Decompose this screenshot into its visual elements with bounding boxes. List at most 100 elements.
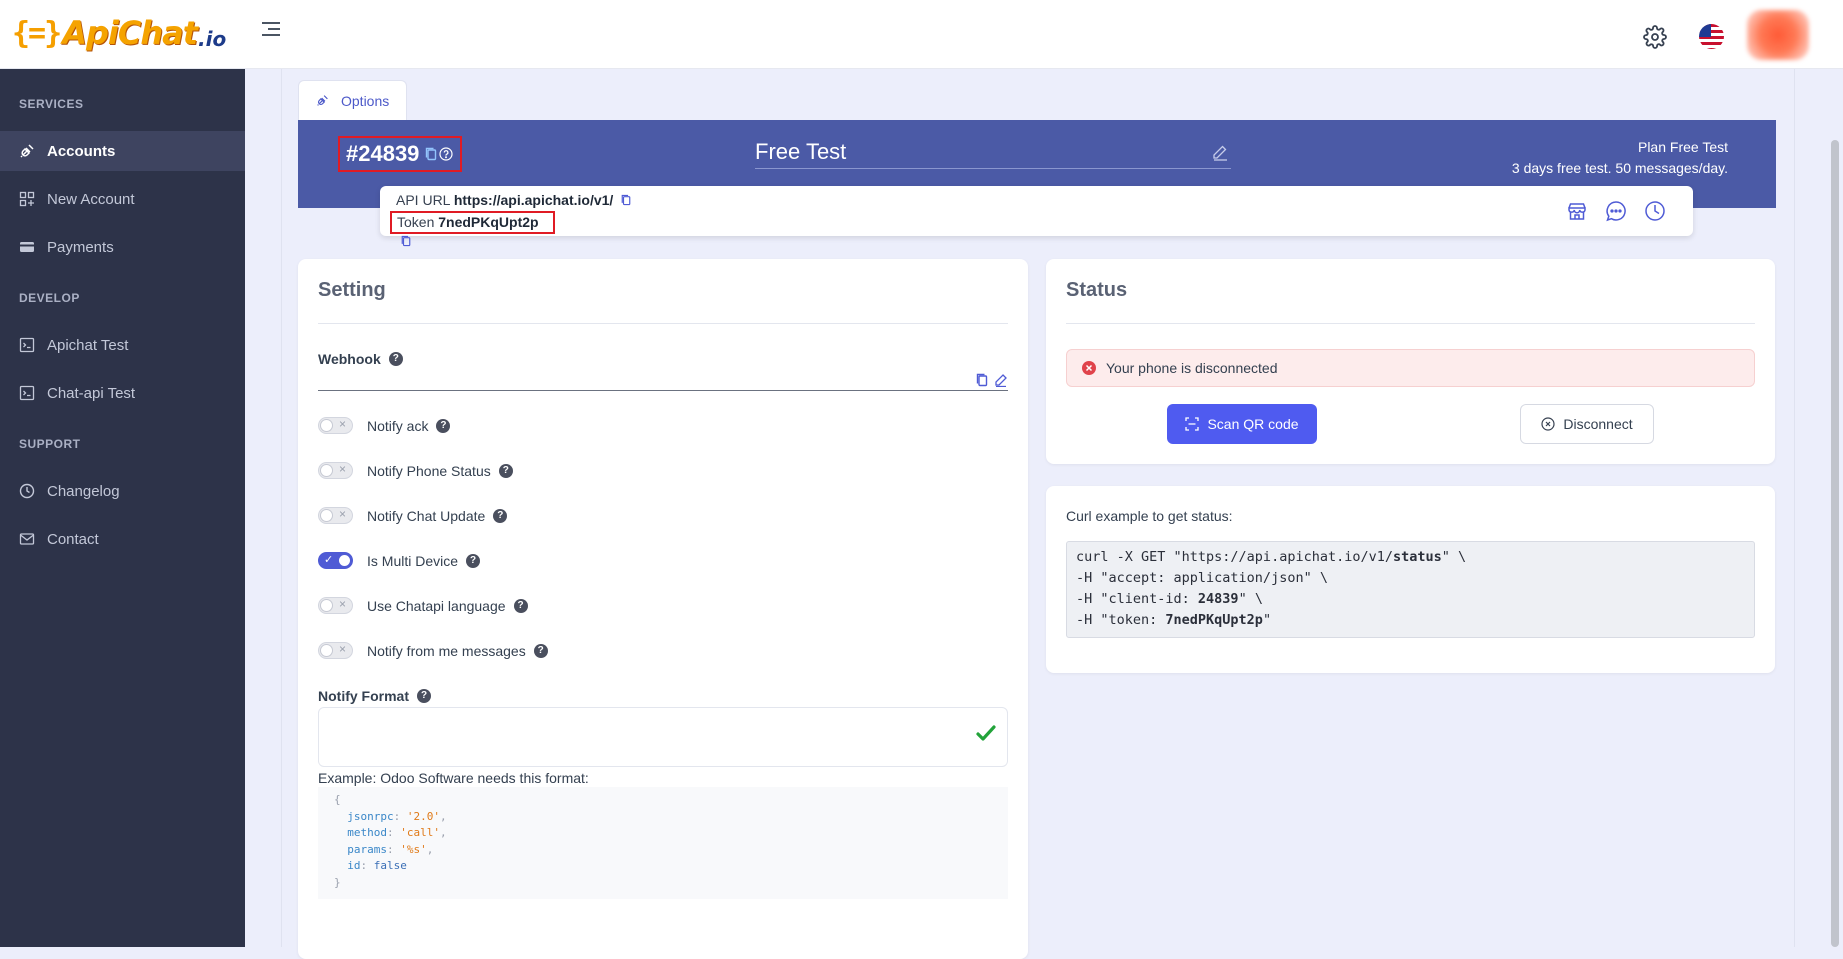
help-icon[interactable]: ? [513,598,528,613]
copy-icon[interactable] [976,373,988,387]
toggle-row-chatapi-language: Use Chatapi language? [318,597,528,614]
help-icon[interactable]: ? [417,689,431,703]
edit-pencil-icon[interactable] [994,373,1008,387]
user-avatar[interactable] [1747,10,1809,60]
notify-format-label: Notify Format [318,688,409,704]
sidebar-item-apichat-test[interactable]: Apichat Test [0,325,245,365]
account-id-box: #24839 [338,136,462,172]
help-icon[interactable]: ? [498,463,513,478]
help-icon[interactable]: ? [436,418,451,433]
help-icon[interactable]: ? [388,352,403,366]
sidebar-item-chat-api-test[interactable]: Chat-api Test [0,373,245,413]
logo-tld: .io [197,27,227,51]
api-credentials-card: API URL https://api.apichat.io/v1/ Token… [380,186,1693,247]
sidebar-item-changelog[interactable]: Changelog [0,471,245,511]
divider [1066,323,1755,324]
button-label: Disconnect [1563,416,1633,432]
disconnect-button[interactable]: Disconnect [1520,404,1654,444]
grid-plus-icon [19,191,35,207]
top-bar: {=} ApiChat .io [0,0,1843,69]
toggle-row-notify-phone-status: Notify Phone Status? [318,462,513,479]
token-value: 7nedPKqUpt2p [438,214,539,230]
chat-bubble-icon[interactable] [1605,200,1627,222]
scan-qr-button[interactable]: Scan QR code [1167,404,1317,444]
notify-from-me-toggle[interactable] [318,642,353,659]
code-text: curl -X GET "https://api.apichat.io/v1/ [1076,549,1393,565]
code-value: '%s' [400,842,427,856]
plug-icon [20,144,34,158]
sidebar-section-develop: DEVELOP [19,291,80,305]
sidebar-item-label: Apichat Test [47,336,129,354]
apichat-logo[interactable]: {=} ApiChat .io [12,14,226,52]
qr-scan-icon [1185,417,1200,431]
notify-format-input[interactable] [318,707,1008,767]
help-icon[interactable]: ? [466,553,481,568]
sidebar-section-services: SERVICES [19,97,84,111]
code-brace: } [334,875,341,889]
history-clock-icon[interactable] [1644,200,1666,222]
api-url-row: API URL https://api.apichat.io/v1/ [396,192,631,208]
code-key: id [347,859,361,872]
curl-code-block: curl -X GET "https://api.apichat.io/v1/s… [1066,541,1755,638]
example-label: Example: Odoo Software needs this format… [318,770,589,786]
copy-icon[interactable] [425,147,437,161]
disconnected-alert: Your phone is disconnected [1066,349,1755,387]
notify-phone-status-toggle[interactable] [318,462,353,479]
code-key: params [347,842,387,856]
token-label: Token [397,214,435,230]
us-flag-icon[interactable] [1699,24,1724,49]
plan-name-field[interactable]: Free Test [755,139,1231,169]
terminal-icon [19,337,35,353]
webhook-label: Webhook [318,351,381,367]
close-circle-icon [1541,417,1555,431]
sidebar-item-contact[interactable]: Contact [0,519,245,559]
toggle-row-notify-from-me: Notify from me messages? [318,642,548,659]
tab-label: Options [341,92,390,109]
notify-ack-toggle[interactable] [318,417,353,434]
webhook-input[interactable] [318,390,1008,391]
edit-pencil-icon[interactable] [1211,143,1229,161]
help-icon[interactable]: ? [533,643,548,658]
mail-icon [19,533,35,545]
sidebar-item-payments[interactable]: Payments [0,227,245,267]
plug-icon [317,95,328,106]
code-text: -H "token: [1076,612,1166,628]
help-icon[interactable]: ? [493,508,508,523]
code-value: false [373,859,407,872]
tab-options[interactable]: Options [298,80,408,120]
store-icon[interactable] [1566,200,1588,222]
toggle-row-notify-ack: Notify ack? [318,417,451,434]
card-icon [20,242,34,252]
sidebar-item-label: New Account [47,190,135,208]
api-url-label: API URL [396,192,450,208]
example-code-block: { jsonrpc: '2.0', method: 'call', params… [318,787,1008,899]
clock-icon [19,483,35,499]
chatapi-language-toggle[interactable] [318,597,353,614]
copy-icon[interactable] [401,235,411,247]
multi-device-toggle[interactable] [318,552,353,569]
toggle-label: Notify Chat Update [367,507,486,524]
logo-braces: {=} [12,15,62,51]
notify-chat-update-toggle[interactable] [318,507,353,524]
page-scrollbar[interactable] [1831,140,1839,947]
sidebar-item-new-account[interactable]: New Account [0,179,245,219]
code-text: -H "accept: application/json" \ [1076,570,1328,586]
plan-info: Plan Free Test 3 days free test. 50 mess… [1512,137,1728,179]
account-id: #24839 [346,141,420,166]
sidebar-section-support: SUPPORT [19,437,81,451]
check-icon [976,725,996,741]
api-url-value: https://api.apichat.io/v1/ [453,192,614,208]
toggle-label: Notify ack [367,417,429,434]
toggle-label: Notify from me messages [367,642,526,659]
code-key: method [347,826,387,839]
sidebar-item-accounts[interactable]: Accounts [0,131,245,171]
webhook-label-row: Webhook ? [318,351,403,367]
help-circle-icon[interactable] [439,147,454,161]
code-key: jsonrpc [347,809,394,823]
divider [318,323,1008,324]
code-value: 'call' [400,826,440,839]
gear-icon[interactable] [1643,25,1667,49]
menu-toggle-icon[interactable] [260,22,282,44]
copy-icon[interactable] [621,194,631,206]
sidebar: SERVICES Accounts New Account Payments D… [0,69,245,947]
